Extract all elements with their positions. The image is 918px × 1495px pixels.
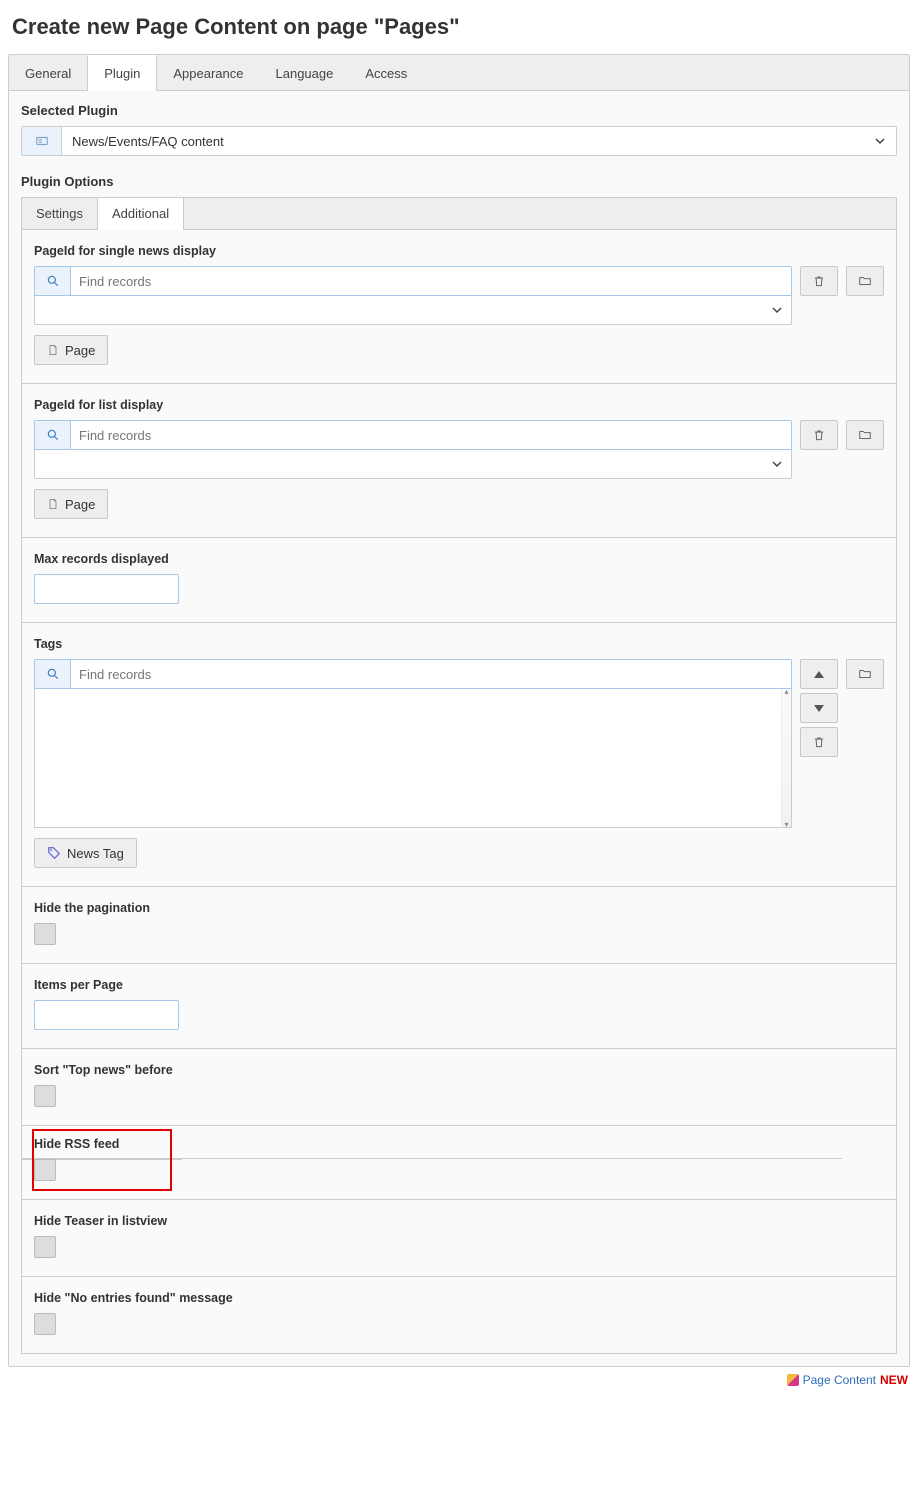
folder-icon xyxy=(857,428,873,442)
tags-find-input[interactable] xyxy=(71,660,791,688)
top-tab-bar: General Plugin Appearance Language Acces… xyxy=(9,55,909,91)
single-news-dropdown[interactable] xyxy=(34,295,792,325)
scrollbar[interactable] xyxy=(781,689,791,827)
page-icon xyxy=(47,497,59,511)
news-tag-button[interactable]: News Tag xyxy=(34,838,137,868)
hide-pagination-label: Hide the pagination xyxy=(34,901,884,915)
tab-language[interactable]: Language xyxy=(260,55,350,90)
hide-rss-label: Hide RSS feed xyxy=(34,1137,884,1151)
single-news-delete-button[interactable] xyxy=(800,266,838,296)
single-news-browse-button[interactable] xyxy=(846,266,884,296)
folder-icon xyxy=(857,274,873,288)
field-hide-rss: Hide RSS feed xyxy=(22,1123,896,1200)
list-page-button[interactable]: Page xyxy=(34,489,108,519)
triangle-down-icon xyxy=(814,705,824,712)
single-news-page-button[interactable]: Page xyxy=(34,335,108,365)
tags-browse-button[interactable] xyxy=(846,659,884,689)
hide-teaser-label: Hide Teaser in listview xyxy=(34,1214,884,1228)
field-hide-pagination: Hide the pagination xyxy=(22,887,896,964)
tags-delete-button[interactable] xyxy=(800,727,838,757)
folder-icon xyxy=(857,667,873,681)
tags-move-up-button[interactable] xyxy=(800,659,838,689)
trash-icon xyxy=(812,427,826,443)
items-per-page-label: Items per Page xyxy=(34,978,884,992)
hide-pagination-checkbox[interactable] xyxy=(34,923,56,945)
items-per-page-input[interactable] xyxy=(34,1000,179,1030)
footer-status: Page Content NEW xyxy=(8,1373,908,1387)
single-news-record-selector xyxy=(34,266,792,325)
field-max-records: Max records displayed xyxy=(22,538,896,623)
hide-no-entries-label: Hide "No entries found" message xyxy=(34,1291,884,1305)
list-pageid-label: PageId for list display xyxy=(34,398,884,412)
inner-tab-bar: Settings Additional xyxy=(21,197,897,229)
field-hide-no-entries: Hide "No entries found" message xyxy=(22,1277,896,1353)
footer-new-badge: NEW xyxy=(880,1373,908,1387)
chevron-down-icon xyxy=(864,127,896,155)
plugin-type-icon xyxy=(22,127,62,155)
page-button-label: Page xyxy=(65,343,95,358)
field-single-news-pageid: PageId for single news display xyxy=(22,230,896,384)
main-panel: General Plugin Appearance Language Acces… xyxy=(8,54,910,1367)
tags-listbox[interactable] xyxy=(34,688,792,828)
list-delete-button[interactable] xyxy=(800,420,838,450)
inner-tab-additional[interactable]: Additional xyxy=(98,198,184,229)
tag-icon xyxy=(47,846,61,860)
single-news-pageid-label: PageId for single news display xyxy=(34,244,884,258)
field-sort-top-news: Sort "Top news" before xyxy=(22,1049,896,1126)
tags-move-down-button[interactable] xyxy=(800,693,838,723)
sort-top-news-checkbox[interactable] xyxy=(34,1085,56,1107)
page-button-label: Page xyxy=(65,497,95,512)
trash-icon xyxy=(812,734,826,750)
plugin-select[interactable]: News/Events/FAQ content xyxy=(21,126,897,156)
tab-plugin[interactable]: Plugin xyxy=(87,55,157,90)
plugin-select-value: News/Events/FAQ content xyxy=(62,127,864,155)
field-hide-teaser: Hide Teaser in listview xyxy=(22,1200,896,1277)
chevron-down-icon xyxy=(771,304,783,316)
content-type-icon xyxy=(787,1374,799,1386)
single-news-find-input[interactable] xyxy=(71,267,791,295)
search-icon xyxy=(35,421,71,449)
hide-teaser-checkbox[interactable] xyxy=(34,1236,56,1258)
list-find-input[interactable] xyxy=(71,421,791,449)
list-dropdown[interactable] xyxy=(34,449,792,479)
news-tag-label: News Tag xyxy=(67,846,124,861)
plugin-options-label: Plugin Options xyxy=(21,174,897,189)
page-title: Create new Page Content on page "Pages" xyxy=(12,14,910,40)
search-icon xyxy=(35,267,71,295)
plugin-tab-content: Selected Plugin News/Events/FAQ content … xyxy=(9,91,909,1366)
max-records-input[interactable] xyxy=(34,574,179,604)
page-icon xyxy=(47,343,59,357)
field-tags: Tags xyxy=(22,623,896,887)
inner-tab-content: PageId for single news display xyxy=(21,229,897,1354)
triangle-up-icon xyxy=(814,671,824,678)
max-records-label: Max records displayed xyxy=(34,552,884,566)
tab-access[interactable]: Access xyxy=(349,55,423,90)
tab-appearance[interactable]: Appearance xyxy=(157,55,259,90)
field-list-pageid: PageId for list display xyxy=(22,384,896,538)
chevron-down-icon xyxy=(771,458,783,470)
footer-link[interactable]: Page Content xyxy=(803,1373,876,1387)
hide-rss-checkbox[interactable] xyxy=(34,1159,56,1181)
sort-top-news-label: Sort "Top news" before xyxy=(34,1063,884,1077)
list-record-selector xyxy=(34,420,792,479)
field-items-per-page: Items per Page xyxy=(22,964,896,1049)
list-browse-button[interactable] xyxy=(846,420,884,450)
trash-icon xyxy=(812,273,826,289)
hide-no-entries-checkbox[interactable] xyxy=(34,1313,56,1335)
tab-general[interactable]: General xyxy=(9,55,87,90)
plugin-options-panel: Plugin Options Settings Additional PageI… xyxy=(21,174,897,1354)
search-icon xyxy=(35,660,71,688)
selected-plugin-label: Selected Plugin xyxy=(21,103,897,118)
tags-label: Tags xyxy=(34,637,884,651)
inner-tab-settings[interactable]: Settings xyxy=(22,198,98,229)
